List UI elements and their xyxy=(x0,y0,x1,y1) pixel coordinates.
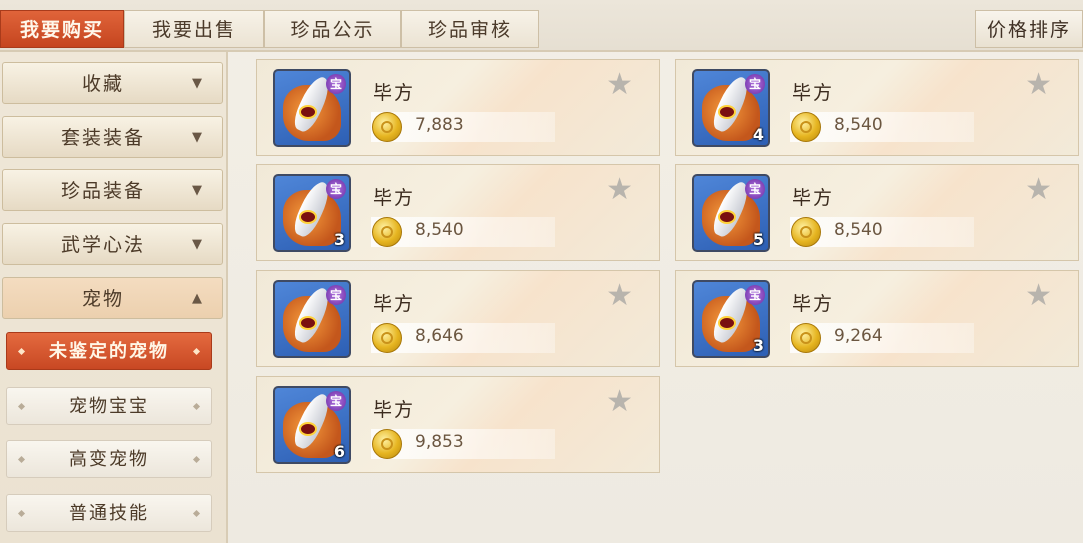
price-sort-button[interactable]: 价格排序 xyxy=(975,10,1083,48)
listing-card[interactable]: 宝 5 毕方 8,540 ★ xyxy=(675,164,1079,261)
subcategory-mutated-pets[interactable]: 高变宠物 xyxy=(6,440,212,478)
item-name: 毕方 xyxy=(373,399,416,421)
star-icon[interactable]: ★ xyxy=(1025,281,1052,311)
category-martial-arts[interactable]: 武学心法 ▼ xyxy=(2,223,223,265)
item-price: 8,540 xyxy=(834,115,883,135)
gold-coin-icon xyxy=(372,112,402,142)
tab-treasure-showcase[interactable]: 珍品公示 xyxy=(264,10,401,48)
tab-treasure-review[interactable]: 珍品审核 xyxy=(401,10,539,48)
listing-card[interactable]: 宝 4 毕方 8,540 ★ xyxy=(675,59,1079,156)
treasure-badge: 宝 xyxy=(745,179,765,199)
chevron-down-icon: ▼ xyxy=(192,130,204,145)
listing-card[interactable]: 宝 6 毕方 9,853 ★ xyxy=(256,376,660,473)
treasure-badge: 宝 xyxy=(326,391,346,411)
bifang-pet-icon: 宝 4 xyxy=(692,69,770,147)
item-price: 8,646 xyxy=(415,326,464,346)
gold-coin-icon xyxy=(372,429,402,459)
chevron-up-icon: ▲ xyxy=(192,291,204,306)
category-pets[interactable]: 宠物 ▲ xyxy=(2,277,223,319)
bifang-pet-icon: 宝 xyxy=(273,280,351,358)
subcategory-label: 高变宠物 xyxy=(69,449,149,470)
star-icon[interactable]: ★ xyxy=(606,281,633,311)
star-icon[interactable]: ★ xyxy=(1025,175,1052,205)
gold-coin-icon xyxy=(791,217,821,247)
category-label: 收藏 xyxy=(81,73,124,95)
treasure-badge: 宝 xyxy=(745,74,765,94)
chevron-down-icon: ▼ xyxy=(192,183,204,198)
bifang-pet-icon: 宝 3 xyxy=(692,280,770,358)
subcategory-label: 宠物宝宝 xyxy=(69,396,149,417)
bifang-pet-icon: 宝 xyxy=(273,69,351,147)
star-icon[interactable]: ★ xyxy=(606,175,633,205)
item-name: 毕方 xyxy=(373,293,416,315)
chevron-down-icon: ▼ xyxy=(192,237,204,252)
category-label: 武学心法 xyxy=(60,234,145,256)
item-quantity: 5 xyxy=(752,230,764,249)
tab-sell[interactable]: 我要出售 xyxy=(124,10,264,48)
category-label: 宠物 xyxy=(81,288,124,310)
item-name: 毕方 xyxy=(792,82,835,104)
star-icon[interactable]: ★ xyxy=(606,70,633,100)
item-price: 8,540 xyxy=(415,220,464,240)
listing-card[interactable]: 宝 毕方 7,883 ★ xyxy=(256,59,660,156)
item-price: 7,883 xyxy=(415,115,464,135)
category-sidebar: 收藏 ▼ 套装装备 ▼ 珍品装备 ▼ 武学心法 ▼ 宠物 ▲ 未鉴定的宠物 宠物… xyxy=(0,52,228,543)
item-quantity: 6 xyxy=(333,442,345,461)
subcategory-unidentified-pets[interactable]: 未鉴定的宠物 xyxy=(6,332,212,370)
subcategory-label: 普通技能 xyxy=(69,503,149,524)
listing-card[interactable]: 宝 毕方 8,646 ★ xyxy=(256,270,660,367)
star-icon[interactable]: ★ xyxy=(1025,70,1052,100)
gold-coin-icon xyxy=(372,323,402,353)
bifang-pet-icon: 宝 5 xyxy=(692,174,770,252)
treasure-badge: 宝 xyxy=(326,179,346,199)
category-favorites[interactable]: 收藏 ▼ xyxy=(2,62,223,104)
listing-card[interactable]: 宝 3 毕方 8,540 ★ xyxy=(256,164,660,261)
category-label: 套装装备 xyxy=(60,127,145,149)
item-price: 9,264 xyxy=(834,326,883,346)
star-icon[interactable]: ★ xyxy=(606,387,633,417)
category-set-equipment[interactable]: 套装装备 ▼ xyxy=(2,116,223,158)
item-name: 毕方 xyxy=(792,293,835,315)
gold-coin-icon xyxy=(791,323,821,353)
gold-coin-icon xyxy=(372,217,402,247)
item-name: 毕方 xyxy=(373,82,416,104)
tab-buy[interactable]: 我要购买 xyxy=(0,10,124,48)
subcategory-pet-babies[interactable]: 宠物宝宝 xyxy=(6,387,212,425)
listing-card[interactable]: 宝 3 毕方 9,264 ★ xyxy=(675,270,1079,367)
chevron-down-icon: ▼ xyxy=(192,76,204,91)
treasure-badge: 宝 xyxy=(326,285,346,305)
item-name: 毕方 xyxy=(373,187,416,209)
top-tab-bar: 我要购买 我要出售 珍品公示 珍品审核 价格排序 xyxy=(0,0,1083,52)
bifang-pet-icon: 宝 6 xyxy=(273,386,351,464)
subcategory-normal-skills[interactable]: 普通技能 xyxy=(6,494,212,532)
category-treasure-equipment[interactable]: 珍品装备 ▼ xyxy=(2,169,223,211)
item-quantity: 3 xyxy=(333,230,345,249)
item-name: 毕方 xyxy=(792,187,835,209)
treasure-badge: 宝 xyxy=(326,74,346,94)
category-label: 珍品装备 xyxy=(60,180,145,202)
item-quantity: 4 xyxy=(752,125,764,144)
item-quantity: 3 xyxy=(752,336,764,355)
gold-coin-icon xyxy=(791,112,821,142)
treasure-badge: 宝 xyxy=(745,285,765,305)
item-price: 9,853 xyxy=(415,432,464,452)
bifang-pet-icon: 宝 3 xyxy=(273,174,351,252)
subcategory-label: 未鉴定的宠物 xyxy=(49,341,169,362)
item-price: 8,540 xyxy=(834,220,883,240)
